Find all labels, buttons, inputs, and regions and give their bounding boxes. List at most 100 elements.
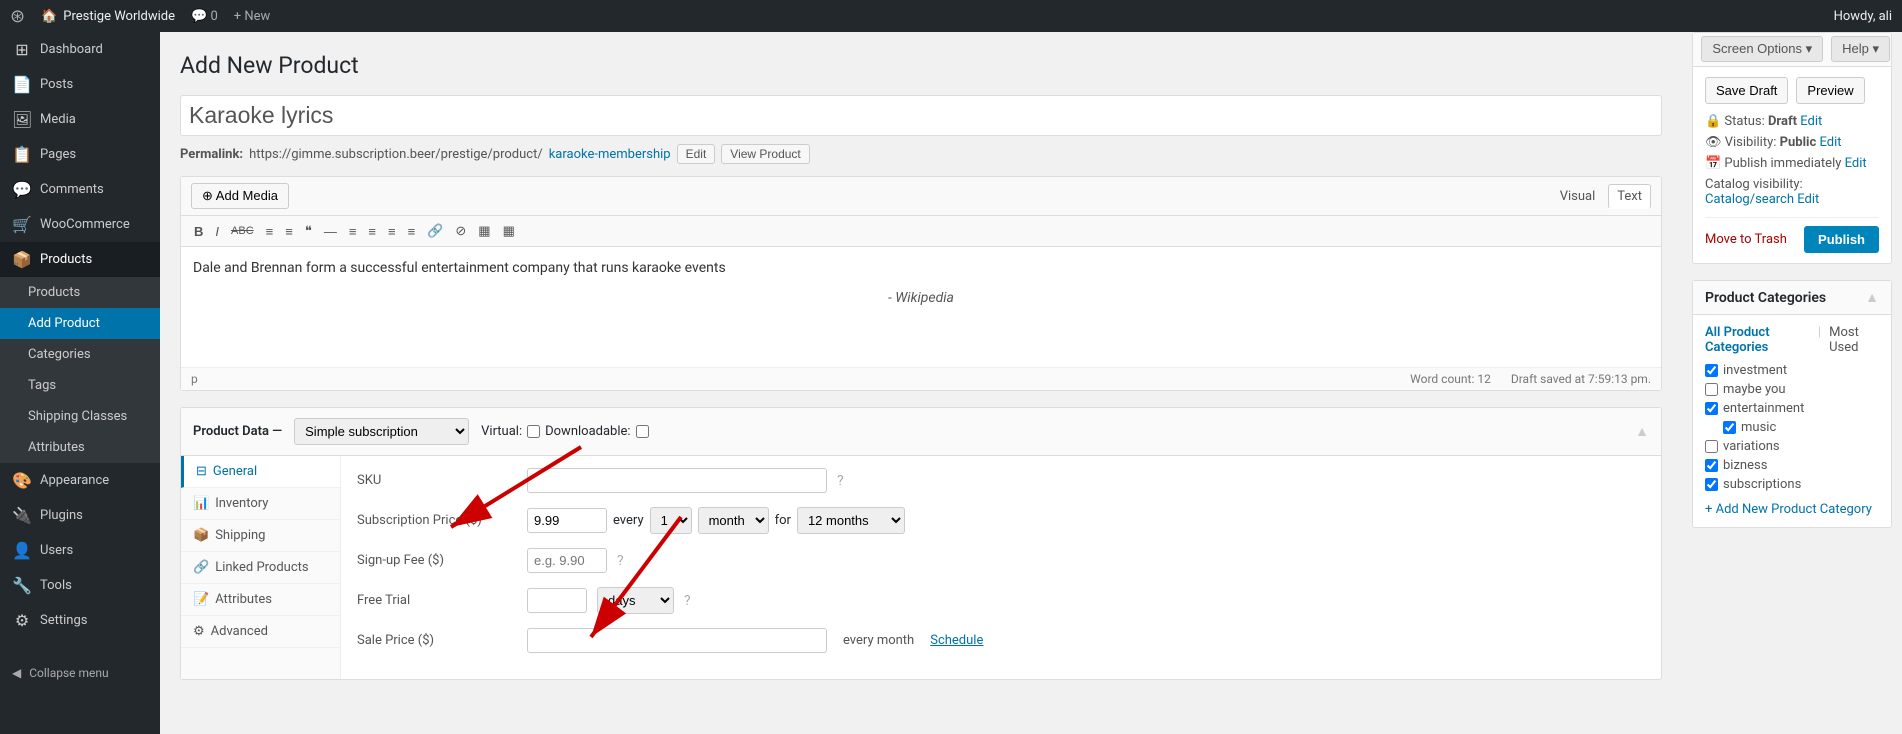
wp-logo[interactable]: ⊛ <box>10 6 25 27</box>
cat-label-investment: investment <box>1723 363 1787 378</box>
align-center-button[interactable]: ≡ <box>363 221 381 242</box>
sku-row: SKU ? <box>357 468 1645 493</box>
sidebar-item-pages[interactable]: 📋 Pages <box>0 137 160 172</box>
cat-checkbox-investment[interactable] <box>1705 364 1718 377</box>
sidebar-item-shipping-classes[interactable]: Shipping Classes <box>0 401 160 432</box>
sidebar-item-settings[interactable]: ⚙ Settings <box>0 603 160 638</box>
preview-button[interactable]: Preview <box>1796 77 1864 104</box>
link-button[interactable]: 🔗 <box>422 220 448 242</box>
sidebar-item-tools[interactable]: 🔧 Tools <box>0 568 160 603</box>
sidebar-item-categories[interactable]: Categories <box>0 339 160 370</box>
nav-item-advanced[interactable]: ⚙ Advanced <box>181 616 340 648</box>
tab-visual[interactable]: Visual <box>1551 184 1605 209</box>
cat-checkbox-music[interactable] <box>1723 421 1736 434</box>
subscription-period-select[interactable]: 123456 <box>650 507 692 534</box>
sidebar-item-comments[interactable]: 💬 Comments <box>0 172 160 207</box>
hr-button[interactable]: — <box>319 221 342 242</box>
visibility-edit-link[interactable]: Edit <box>1820 135 1842 150</box>
sku-input[interactable] <box>527 468 827 493</box>
product-data-section: Product Data — Simple product Grouped pr… <box>180 407 1662 680</box>
cat-checkbox-subscriptions[interactable] <box>1705 478 1718 491</box>
ol-button[interactable]: ≡ <box>280 221 298 242</box>
plugins-icon: 🔌 <box>12 506 32 525</box>
publish-date-edit-link[interactable]: Edit <box>1845 156 1867 171</box>
editor-content[interactable]: Dale and Brennan form a successful enter… <box>181 247 1661 367</box>
subscription-price-label: Subscription Price ($) <box>357 513 517 528</box>
tab-most-used[interactable]: Most Used <box>1829 325 1879 355</box>
screen-options-button[interactable]: Screen Options ▾ <box>1701 36 1823 62</box>
categories-collapse[interactable]: ▲ <box>1865 289 1879 306</box>
permalink-slug[interactable]: karaoke-membership <box>549 147 671 162</box>
align-justify-button[interactable]: ≡ <box>403 221 421 242</box>
right-sidebar: Publish ▲ Save Draft Preview 🔒 Status: D… <box>1682 32 1902 734</box>
strikethrough-button[interactable]: ABC <box>226 222 259 240</box>
tab-text[interactable]: Text <box>1608 184 1651 209</box>
sale-price-input[interactable] <box>527 628 827 653</box>
align-right-button[interactable]: ≡ <box>383 221 401 242</box>
italic-button[interactable]: I <box>210 221 224 242</box>
nav-item-linked-products[interactable]: 🔗 Linked Products <box>181 552 340 584</box>
subscription-length-select[interactable]: Never expire1 month2 months3 months6 mon… <box>797 507 905 534</box>
align-left-button[interactable]: ≡ <box>344 221 362 242</box>
insert-image-button[interactable]: ▦ <box>498 220 520 242</box>
cat-checkbox-entertainment[interactable] <box>1705 402 1718 415</box>
add-media-button[interactable]: ⊕ Add Media <box>191 183 289 209</box>
cat-item-variations: variations <box>1705 439 1879 454</box>
signup-fee-label: Sign-up Fee ($) <box>357 553 517 568</box>
free-trial-label: Free Trial <box>357 593 517 608</box>
status-edit-link[interactable]: Edit <box>1800 114 1822 129</box>
free-trial-unit-select[interactable]: daysweeksmonthsyears <box>597 587 674 614</box>
help-button[interactable]: Help ▾ <box>1831 36 1890 62</box>
tab-all-categories[interactable]: All Product Categories <box>1705 325 1810 355</box>
sidebar-collapse[interactable]: ◀ Collapse menu <box>0 658 160 688</box>
nav-item-attributes[interactable]: 📝 Attributes <box>181 584 340 616</box>
trash-link[interactable]: Move to Trash <box>1705 232 1787 247</box>
nav-item-general[interactable]: ⊟ General <box>181 456 340 488</box>
sidebar-item-appearance[interactable]: 🎨 Appearance <box>0 463 160 498</box>
sidebar-item-products-list[interactable]: Products <box>0 277 160 308</box>
sidebar-item-plugins[interactable]: 🔌 Plugins <box>0 498 160 533</box>
ul-button[interactable]: ≡ <box>261 221 279 242</box>
sidebar-item-woocommerce[interactable]: 🛒 WooCommerce <box>0 207 160 242</box>
sidebar-item-users[interactable]: 👤 Users <box>0 533 160 568</box>
subscription-price-row: Subscription Price ($) every 123456 dayw… <box>357 507 1645 534</box>
unlink-button[interactable]: ⊘ <box>450 220 471 242</box>
sidebar-item-posts[interactable]: 📄 Posts <box>0 67 160 102</box>
sidebar-item-dashboard[interactable]: ⊞ Dashboard <box>0 32 160 67</box>
product-title-input[interactable] <box>180 95 1662 136</box>
cat-checkbox-bizness[interactable] <box>1705 459 1718 472</box>
subscription-price-input[interactable] <box>527 508 607 533</box>
site-name[interactable]: 🏠 Prestige Worldwide <box>41 9 175 24</box>
publish-button[interactable]: Publish <box>1804 226 1879 253</box>
sidebar-item-attributes[interactable]: Attributes <box>0 432 160 463</box>
edit-permalink-button[interactable]: Edit <box>677 144 716 164</box>
signup-fee-input[interactable] <box>527 548 607 573</box>
product-type-select[interactable]: Simple product Grouped product External/… <box>294 418 469 445</box>
nav-item-inventory[interactable]: 📊 Inventory <box>181 488 340 520</box>
blockquote-button[interactable]: ❝ <box>300 220 317 242</box>
sidebar-item-products-parent[interactable]: 📦 Products <box>0 242 160 277</box>
downloadable-checkbox[interactable] <box>636 425 649 438</box>
cat-checkbox-maybe-you[interactable] <box>1705 383 1718 396</box>
schedule-link[interactable]: Schedule <box>930 633 983 648</box>
save-draft-button[interactable]: Save Draft <box>1705 77 1788 104</box>
sidebar-item-media[interactable]: 🖼 Media <box>0 102 160 137</box>
comments-count[interactable]: 💬 0 <box>191 9 218 24</box>
cat-checkbox-variations[interactable] <box>1705 440 1718 453</box>
insert-table-button[interactable]: ▦ <box>473 220 495 242</box>
product-data-collapse[interactable]: ▲ <box>1635 424 1649 440</box>
bold-button[interactable]: B <box>189 221 208 242</box>
add-category-link[interactable]: + Add New Product Category <box>1705 502 1872 517</box>
new-content[interactable]: + New <box>234 9 271 24</box>
nav-item-shipping[interactable]: 📦 Shipping <box>181 520 340 552</box>
view-product-button[interactable]: View Product <box>721 144 809 164</box>
sidebar-label-pages: Pages <box>40 147 76 162</box>
free-trial-input[interactable] <box>527 588 587 613</box>
cat-item-bizness: bizness <box>1705 458 1879 473</box>
sidebar-item-tags[interactable]: Tags <box>0 370 160 401</box>
sidebar-item-add-product[interactable]: Add Product <box>0 308 160 339</box>
sidebar-label-dashboard: Dashboard <box>40 42 103 57</box>
catalog-edit-link[interactable]: Catalog/search Edit <box>1705 192 1819 207</box>
subscription-unit-select[interactable]: dayweekmonthyear <box>698 507 769 534</box>
virtual-checkbox[interactable] <box>527 425 540 438</box>
